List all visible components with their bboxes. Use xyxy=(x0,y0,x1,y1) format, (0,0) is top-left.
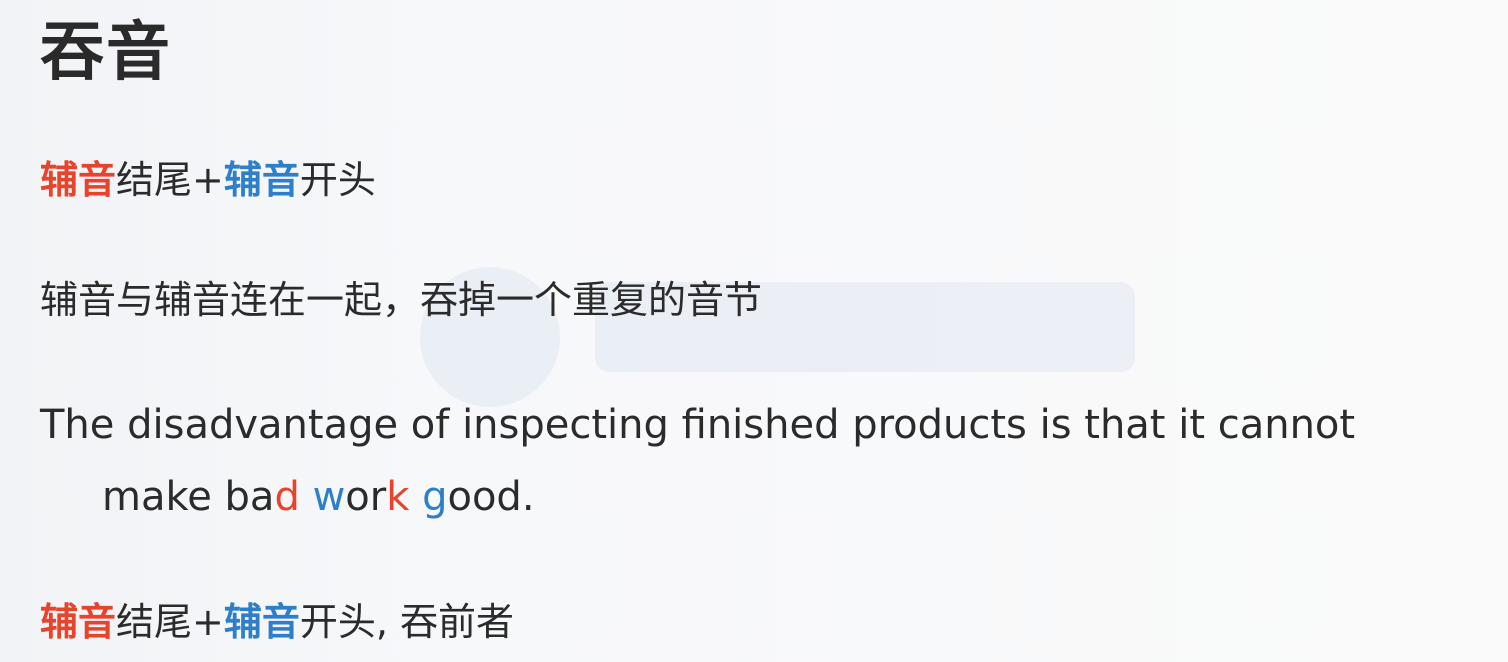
rule1-end-plus: 结尾+ xyxy=(116,158,224,202)
example-highlight-d: d xyxy=(274,474,300,520)
example-space-2 xyxy=(409,474,422,520)
explanation-line: 辅音与辅音连在一起，吞掉一个重复的音节 xyxy=(40,278,763,322)
example-line-1: The disadvantage of inspecting finished … xyxy=(40,402,1356,448)
rule-line-2: 辅音结尾+辅音开头, 吞前者 xyxy=(40,598,514,646)
example-highlight-w: w xyxy=(312,474,346,520)
rule1-consonant-end: 辅音 xyxy=(40,158,117,202)
rule1-consonant-start: 辅音 xyxy=(223,158,300,202)
example-line-2: make bad work good. xyxy=(102,472,535,522)
rule2-consonant-start: 辅音 xyxy=(223,600,300,644)
rule2-start-label: 开头, 吞前者 xyxy=(299,600,515,644)
example-seg-1: make ba xyxy=(102,474,275,520)
example-space-1 xyxy=(300,474,313,520)
slide: 吞音 辅音结尾+辅音开头 辅音与辅音连在一起，吞掉一个重复的音节 The dis… xyxy=(0,0,1508,662)
example-highlight-g: g xyxy=(422,474,448,520)
rule1-start-label: 开头 xyxy=(299,158,376,202)
rule2-end-plus: 结尾+ xyxy=(116,600,224,644)
example-seg-or: or xyxy=(345,474,387,520)
page-title: 吞音 xyxy=(40,16,172,90)
example-seg-ood: ood. xyxy=(447,474,535,520)
example-highlight-k: k xyxy=(386,474,410,520)
rule2-consonant-end: 辅音 xyxy=(40,600,117,644)
rule-line-1: 辅音结尾+辅音开头 xyxy=(40,156,376,204)
